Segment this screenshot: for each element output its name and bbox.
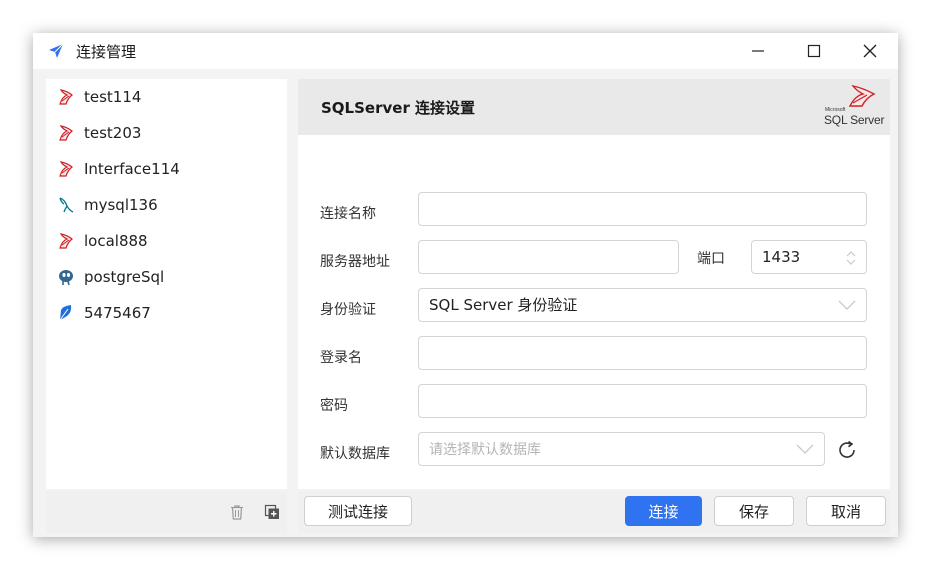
close-button[interactable] — [842, 33, 898, 69]
sql-server-logo: Microsoft SQL Server — [822, 83, 886, 131]
connection-item-interface114[interactable]: Interface114 — [46, 152, 287, 186]
connection-item-test203[interactable]: test203 — [46, 116, 287, 150]
port-label: 端口 — [697, 251, 725, 267]
sqlserver-icon — [59, 125, 73, 141]
server-address-label: 服务器地址 — [320, 254, 390, 270]
sqlserver-icon — [59, 161, 73, 177]
connection-name-label: 连接名称 — [320, 206, 376, 222]
test-connection-button[interactable]: 测试连接 — [304, 496, 412, 526]
sqlserver-icon — [59, 89, 73, 105]
auth-label: 身份验证 — [320, 302, 376, 318]
password-label: 密码 — [320, 398, 348, 414]
password-input[interactable] — [418, 384, 867, 418]
connection-label: local888 — [84, 232, 148, 250]
connection-label: postgreSql — [84, 268, 165, 286]
connection-item-postgresql[interactable]: postgreSql — [46, 260, 287, 294]
dialog-footer: 测试连接 连接 保存 取消 — [298, 491, 890, 533]
connection-name-input[interactable] — [418, 192, 867, 226]
chevron-down-icon — [796, 444, 814, 454]
chevron-down-icon — [838, 300, 856, 310]
minimize-icon — [752, 50, 764, 52]
minimize-button[interactable] — [730, 33, 786, 69]
trash-icon[interactable] — [229, 504, 245, 520]
connection-item-mysql136[interactable]: mysql136 — [46, 188, 287, 222]
connection-settings-panel: SQLServer 连接设置 Microsoft SQL Server 连接名称… — [298, 79, 890, 489]
port-value: 1433 — [762, 248, 801, 266]
connection-list-toolbar — [46, 491, 287, 533]
default-db-placeholder: 请选择默认数据库 — [429, 442, 541, 458]
port-input[interactable]: 1433 — [751, 240, 867, 274]
connection-label: Interface114 — [84, 160, 180, 178]
connection-item-local888[interactable]: local888 — [46, 224, 287, 258]
login-name-label: 登录名 — [320, 350, 362, 366]
cancel-button[interactable]: 取消 — [806, 496, 886, 526]
refresh-icon[interactable] — [836, 439, 858, 461]
logo-text: SQL Server — [824, 113, 885, 127]
connection-label: test114 — [84, 88, 142, 106]
login-name-input[interactable] — [418, 336, 867, 370]
panel-title: SQLServer 连接设置 — [321, 99, 476, 117]
sqlserver-logo-icon — [848, 85, 876, 107]
default-db-select[interactable]: 请选择默认数据库 — [418, 432, 825, 466]
send-arrow-icon — [49, 43, 64, 58]
server-address-input[interactable] — [418, 240, 679, 274]
default-db-label: 默认数据库 — [320, 446, 390, 462]
sqlserver-icon — [59, 233, 73, 249]
add-copy-icon[interactable] — [264, 504, 280, 520]
mysql-icon — [59, 197, 74, 213]
save-button[interactable]: 保存 — [714, 496, 794, 526]
maximize-icon — [807, 44, 821, 58]
close-icon — [863, 44, 877, 58]
connection-label: 5475467 — [84, 304, 151, 322]
postgresql-icon — [59, 270, 73, 286]
connection-item-test114[interactable]: test114 — [46, 80, 287, 114]
window-title: 连接管理 — [76, 43, 137, 61]
connection-manager-window: 连接管理 test114 test203 Interface114 mysql1… — [33, 33, 898, 537]
title-bar: 连接管理 — [33, 33, 898, 69]
feather-icon — [59, 305, 72, 321]
connect-button[interactable]: 连接 — [625, 496, 702, 526]
panel-header: SQLServer 连接设置 Microsoft SQL Server — [298, 79, 890, 135]
connection-item-5475467[interactable]: 5475467 — [46, 296, 287, 330]
connection-list: test114 test203 Interface114 mysql136 lo… — [46, 79, 287, 489]
auth-select[interactable]: SQL Server 身份验证 — [418, 288, 867, 322]
auth-value: SQL Server 身份验证 — [429, 296, 578, 314]
connection-label: test203 — [84, 124, 142, 142]
maximize-button[interactable] — [786, 33, 842, 69]
connection-label: mysql136 — [84, 196, 158, 214]
spinner-arrows-icon[interactable] — [845, 249, 857, 267]
